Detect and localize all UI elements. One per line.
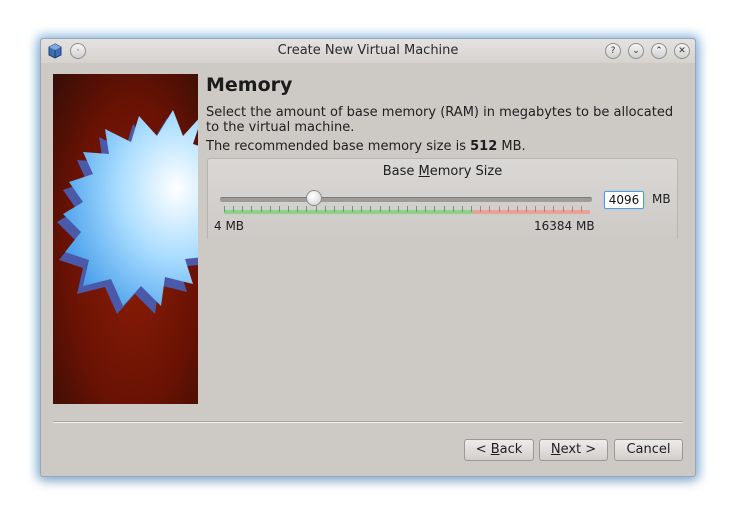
memory-slider[interactable] (220, 197, 592, 202)
memory-unit-label: MB (652, 192, 671, 206)
slider-min-label: 4 MB (214, 219, 245, 233)
slider-ticks (224, 206, 590, 214)
recommendation-text: The recommended base memory size is 512 … (206, 139, 526, 154)
page-title: Memory (206, 74, 293, 96)
button-divider (53, 421, 683, 423)
minimize-icon[interactable]: ⌄ (628, 43, 644, 59)
slider-handle[interactable] (306, 190, 322, 206)
help-icon[interactable]: ? (605, 43, 621, 59)
page-description: Select the amount of base memory (RAM) i… (206, 105, 674, 135)
wizard-banner-image (53, 74, 198, 404)
recommended-value: 512 (470, 139, 498, 154)
window-title: Create New Virtual Machine (277, 43, 459, 58)
close-icon[interactable]: ✕ (674, 43, 690, 59)
slider-max-label: 16384 MB (534, 219, 595, 233)
group-title: Base Memory Size (382, 164, 503, 179)
cancel-button[interactable]: Cancel (614, 439, 683, 461)
title-bar[interactable]: · Create New Virtual Machine ? ⌄ ⌃ ✕ (41, 39, 695, 63)
back-button[interactable]: < Back (464, 439, 534, 461)
dialog-window: · Create New Virtual Machine ? ⌄ ⌃ ✕ Mem… (40, 38, 696, 477)
maximize-icon[interactable]: ⌃ (651, 43, 667, 59)
next-button[interactable]: Next > (539, 439, 608, 461)
base-memory-group: Base Memory Size 4 MB 16384 MB 4096 MB (207, 158, 678, 239)
memory-size-input[interactable]: 4096 (604, 191, 644, 209)
